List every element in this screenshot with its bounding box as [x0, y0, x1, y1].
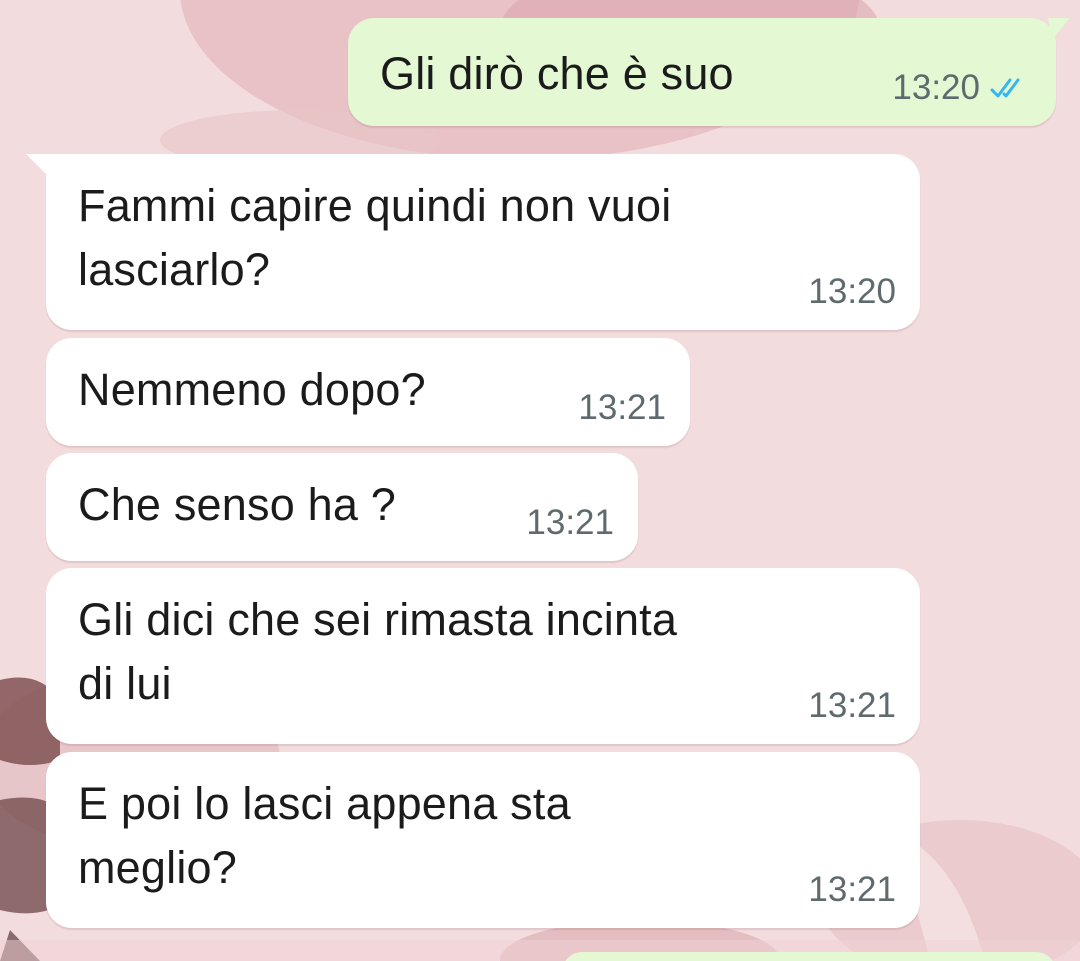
double-check-read-icon	[990, 78, 1020, 98]
message-text: E poi lo lasci appena sta meglio?	[78, 778, 571, 893]
message-time: 13:20	[892, 68, 980, 107]
message-bubble-incoming[interactable]: Che senso ha ? 13:21	[46, 453, 638, 561]
message-text: Gli dirò che è suo	[380, 48, 734, 99]
message-text: Nemmeno dopo?	[78, 364, 426, 415]
message-text: Che senso ha ?	[78, 479, 397, 530]
message-list[interactable]: Gli dirò che è suo 13:20 Fammi capire qu…	[0, 0, 1080, 961]
message-meta: 13:20	[892, 68, 1028, 108]
message-time: 13:21	[526, 503, 614, 542]
message-bubble-incoming[interactable]: Gli dici che sei rimasta incinta di lui …	[46, 568, 920, 744]
message-meta: 13:21	[526, 503, 614, 543]
message-bubble-incoming[interactable]: Fammi capire quindi non vuoi lasciarlo? …	[26, 154, 920, 330]
message-meta: 13:21	[808, 686, 896, 726]
message-time: 13:21	[578, 388, 666, 427]
message-meta: 13:20	[808, 272, 896, 312]
message-bubble-outgoing[interactable]: Gli dirò che è suo 13:20	[348, 18, 1070, 126]
message-time: 13:20	[808, 272, 896, 311]
message-time: 13:21	[808, 686, 896, 725]
message-bubble-incoming[interactable]: Nemmeno dopo? 13:21	[46, 338, 690, 446]
message-text: Fammi capire quindi non vuoi lasciarlo?	[78, 180, 672, 295]
bubble-tail	[26, 154, 52, 178]
bubble-tail	[1048, 18, 1070, 40]
message-text: Gli dici che sei rimasta incinta di lui	[78, 594, 678, 709]
message-meta: 13:21	[808, 870, 896, 910]
message-time: 13:21	[808, 870, 896, 909]
message-bubble-outgoing-partial[interactable]	[562, 952, 1056, 961]
message-meta: 13:21	[578, 388, 666, 428]
message-bubble-incoming[interactable]: E poi lo lasci appena sta meglio? 13:21	[46, 752, 920, 928]
